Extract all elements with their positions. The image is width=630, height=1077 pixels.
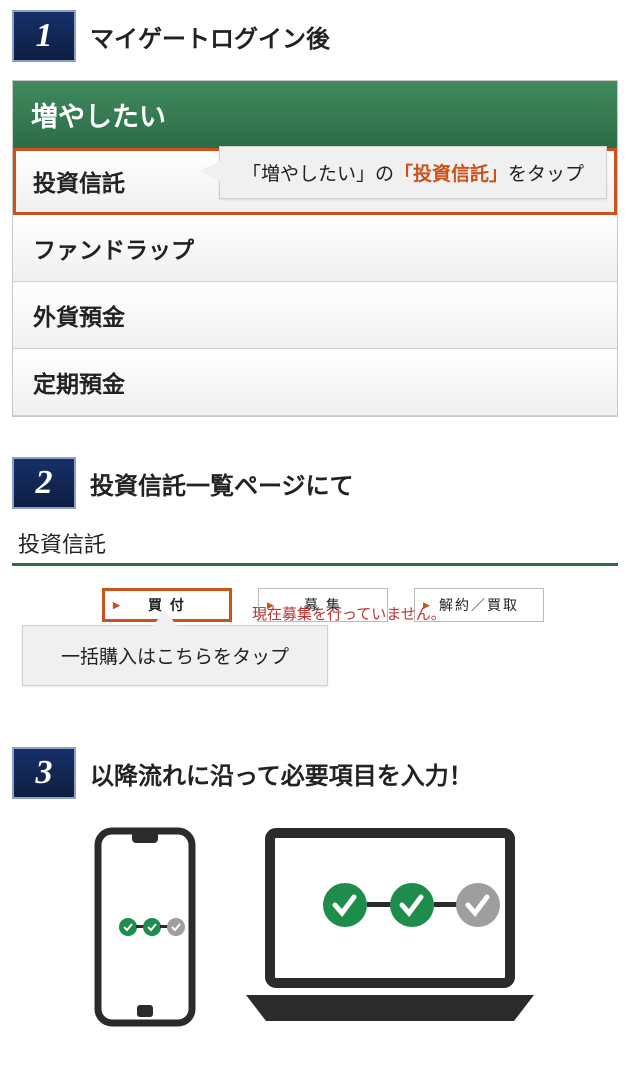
step-2-header: 2 投資信託一覧ページにて bbox=[12, 457, 618, 509]
phone-icon bbox=[90, 827, 200, 1027]
step-3-header: 3 以降流れに沿って必要項目を入力！ bbox=[12, 747, 618, 799]
category-menu: 増やしたい 投資信託 「増やしたい」の「投資信託」をタップ ファンドラップ 外貨… bbox=[12, 80, 618, 417]
step-1: 1 マイゲートログイン後 増やしたい 投資信託 「増やしたい」の「投資信託」をタ… bbox=[12, 10, 618, 417]
callout-text-emphasis: 「投資信託」 bbox=[394, 164, 508, 185]
pane-title: 投資信託 bbox=[12, 527, 618, 566]
step-1-title: マイゲートログイン後 bbox=[90, 19, 330, 54]
callout-text-prefix: 「増やしたい」の bbox=[242, 164, 394, 185]
callout-tap-investment-trust: 「増やしたい」の「投資信託」をタップ bbox=[219, 146, 607, 199]
step-3-number: 3 bbox=[12, 747, 76, 799]
devices-illustration bbox=[12, 817, 618, 1027]
menu-item-fund-wrap[interactable]: ファンドラップ bbox=[13, 215, 617, 282]
step-1-header: 1 マイゲートログイン後 bbox=[12, 10, 618, 62]
category-menu-title: 増やしたい bbox=[13, 81, 617, 148]
step-1-number: 1 bbox=[12, 10, 76, 62]
callout-tap-bulk-purchase: 一括購入はこちらをタップ bbox=[22, 625, 328, 686]
laptop-icon bbox=[240, 827, 540, 1027]
menu-item-time-deposit[interactable]: 定期預金 bbox=[13, 349, 617, 416]
menu-item-foreign-currency-deposit[interactable]: 外貨預金 bbox=[13, 282, 617, 349]
step-2-title: 投資信託一覧ページにて bbox=[90, 466, 354, 501]
step-2-number: 2 bbox=[12, 457, 76, 509]
step-3: 3 以降流れに沿って必要項目を入力！ bbox=[12, 747, 618, 1027]
step-2: 2 投資信託一覧ページにて 投資信託 買 付 募 集 解約／買取 現在募集を行っ… bbox=[12, 457, 618, 707]
step-3-title: 以降流れに沿って必要項目を入力！ bbox=[90, 756, 473, 791]
callout-text-suffix: をタップ bbox=[508, 164, 584, 185]
offer-empty-message: 現在募集を行っていません。 bbox=[252, 603, 446, 624]
